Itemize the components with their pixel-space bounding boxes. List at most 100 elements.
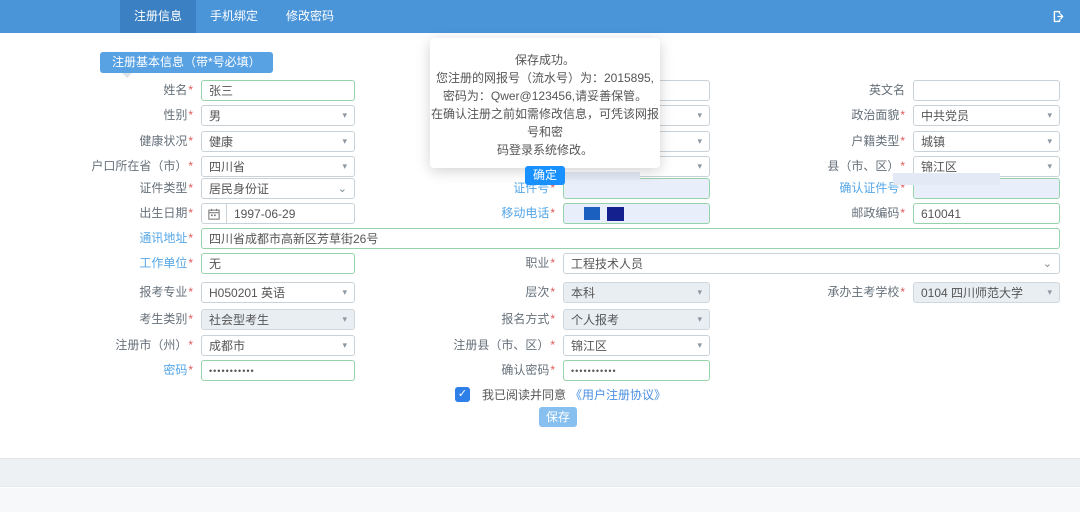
field-password-row: 密码* ••••••••••• <box>45 360 355 381</box>
caret-down-icon: ▾ <box>1047 136 1052 147</box>
occupation-select[interactable]: 工程技术人员⌄ <box>563 253 1060 274</box>
section-badge[interactable]: 注册基本信息（带*号必填） <box>100 52 273 73</box>
field-registration-city-row: 注册市（州）* 成都市▾ <box>45 335 355 356</box>
modal-text: 码登录系统修改。 <box>430 141 660 159</box>
field-registration-method-row: 报名方式* 个人报考▾ <box>400 309 710 330</box>
calendar-icon <box>208 208 220 220</box>
level-select: 本科▾ <box>563 282 710 303</box>
caret-down-icon: ▾ <box>697 161 702 172</box>
registration-city-select[interactable]: 成都市▾ <box>201 335 355 356</box>
id-type-select[interactable]: 居民身份证⌄ <box>201 178 355 199</box>
caret-down-icon: ▾ <box>342 161 347 172</box>
english-name-input[interactable] <box>913 80 1060 101</box>
tab-registration-info[interactable]: 注册信息 <box>120 0 196 33</box>
name-input[interactable]: 张三 <box>201 80 355 101</box>
major-label: 报考专业* <box>45 282 201 303</box>
footer-band <box>0 458 1080 487</box>
field-id-type-row: 证件类型* 居民身份证⌄ <box>45 178 355 199</box>
gender-select[interactable]: 男▾ <box>201 105 355 126</box>
political-status-label: 政治面貌* <box>750 105 913 126</box>
field-household-type-row: 户籍类型* 城镇▾ <box>750 131 1060 152</box>
save-button[interactable]: 保存 <box>539 407 577 427</box>
caret-down-icon: ▾ <box>1047 161 1052 172</box>
postal-code-input[interactable]: 610041 <box>913 203 1060 224</box>
confirm-button[interactable]: 确定 <box>525 166 565 185</box>
employer-input[interactable]: 无 <box>201 253 355 274</box>
address-label: 通讯地址* <box>45 228 201 249</box>
chevron-down-icon: ⌄ <box>1043 257 1052 270</box>
caret-down-icon: ▾ <box>1047 287 1052 298</box>
caret-down-icon: ▾ <box>342 340 347 351</box>
password-input[interactable]: ••••••••••• <box>201 360 355 381</box>
caret-down-icon: ▾ <box>342 136 347 147</box>
field-mobile-row: 移动电话* <box>400 203 710 224</box>
id-type-label: 证件类型* <box>45 178 201 199</box>
caret-down-icon: ▾ <box>342 110 347 121</box>
calendar-addon[interactable] <box>202 204 227 223</box>
redaction-block <box>584 207 600 220</box>
gender-label: 性别* <box>45 105 201 126</box>
field-level-row: 层次* 本科▾ <box>400 282 710 303</box>
postal-code-label: 邮政编码* <box>750 203 913 224</box>
field-postal-code-row: 邮政编码* 610041 <box>750 203 1060 224</box>
caret-down-icon: ▾ <box>697 110 702 121</box>
level-label: 层次* <box>400 282 563 303</box>
candidate-type-label: 考生类别* <box>45 309 201 330</box>
field-occupation-row: 职业* 工程技术人员⌄ <box>400 253 1060 274</box>
id-number-confirm-label: 确认证件号* <box>750 178 913 199</box>
political-status-select[interactable]: 中共党员▾ <box>913 105 1060 126</box>
field-address-row: 通讯地址* 四川省成都市高新区芳草街26号 <box>45 228 1060 249</box>
agreement-checkbox[interactable]: ✓ <box>455 387 470 402</box>
tab-change-password[interactable]: 修改密码 <box>272 0 348 33</box>
modal-text: 在确认注册之前如需修改信息，可凭该网报号和密 <box>430 105 660 141</box>
employer-label: 工作单位* <box>45 253 201 274</box>
agreement-row: ✓ 我已阅读并同意 《用户注册协议》 <box>455 386 666 402</box>
caret-down-icon: ▾ <box>1047 110 1052 121</box>
field-political-status-row: 政治面貌* 中共党员▾ <box>750 105 1060 126</box>
caret-down-icon: ▾ <box>697 314 702 325</box>
modal-text: 密码为：Qwer@123456,请妥善保管。 <box>430 87 660 105</box>
field-health-row: 健康状况* 健康▾ <box>45 131 355 152</box>
birth-date-input[interactable]: 1997-06-29 <box>201 203 355 224</box>
nav-tabs: 注册信息 手机绑定 修改密码 <box>120 0 348 33</box>
address-input[interactable]: 四川省成都市高新区芳草街26号 <box>201 228 1060 249</box>
redaction-block <box>607 207 624 221</box>
host-school-select: 0104 四川师范大学▾ <box>913 282 1060 303</box>
password-label: 密码* <box>45 360 201 381</box>
user-agreement-link[interactable]: 《用户注册协议》 <box>570 386 666 403</box>
field-birth-date-row: 出生日期* 1997-06-29 <box>45 203 355 224</box>
modal-text: 保存成功。 <box>430 51 660 69</box>
county-label: 县（市、区）* <box>750 156 913 177</box>
mobile-input[interactable] <box>563 203 710 224</box>
caret-down-icon: ▾ <box>342 314 347 325</box>
field-english-name-row: 英文名 <box>750 80 1060 101</box>
password-confirm-input[interactable]: ••••••••••• <box>563 360 710 381</box>
household-type-select[interactable]: 城镇▾ <box>913 131 1060 152</box>
caret-down-icon: ▾ <box>697 340 702 351</box>
registration-page: 注册信息 手机绑定 修改密码 注册基本信息（带*号必填） 姓名* 张三 性别* … <box>0 0 1080 512</box>
caret-down-icon: ▾ <box>342 287 347 298</box>
agreement-text: 我已阅读并同意 <box>482 386 566 403</box>
modal-text: 您注册的网报号（流水号）为：2015895, <box>430 69 660 87</box>
field-password-confirm-row: 确认密码* ••••••••••• <box>400 360 710 381</box>
health-label: 健康状况* <box>45 131 201 152</box>
registration-county-select[interactable]: 锦江区▾ <box>563 335 710 356</box>
tab-phone-binding[interactable]: 手机绑定 <box>196 0 272 33</box>
field-candidate-type-row: 考生类别* 社会型考生▾ <box>45 309 355 330</box>
field-registration-county-row: 注册县（市、区）* 锦江区▾ <box>400 335 710 356</box>
major-select[interactable]: H050201 英语▾ <box>201 282 355 303</box>
save-success-modal: 保存成功。 您注册的网报号（流水号）为：2015895, 密码为：Qwer@12… <box>430 38 660 168</box>
field-gender-row: 性别* 男▾ <box>45 105 355 126</box>
health-select[interactable]: 健康▾ <box>201 131 355 152</box>
host-school-label: 承办主考学校* <box>750 282 913 303</box>
field-residence-province-row: 户口所在省（市）* 四川省▾ <box>45 156 355 177</box>
field-name-row: 姓名* 张三 <box>45 80 355 101</box>
candidate-type-select: 社会型考生▾ <box>201 309 355 330</box>
logout-icon[interactable] <box>1049 9 1064 24</box>
footer-band-secondary <box>0 488 1080 512</box>
registration-method-label: 报名方式* <box>400 309 563 330</box>
mobile-label: 移动电话* <box>400 203 563 224</box>
residence-province-select[interactable]: 四川省▾ <box>201 156 355 177</box>
residence-province-label: 户口所在省（市）* <box>45 156 201 177</box>
name-label: 姓名* <box>45 80 201 101</box>
